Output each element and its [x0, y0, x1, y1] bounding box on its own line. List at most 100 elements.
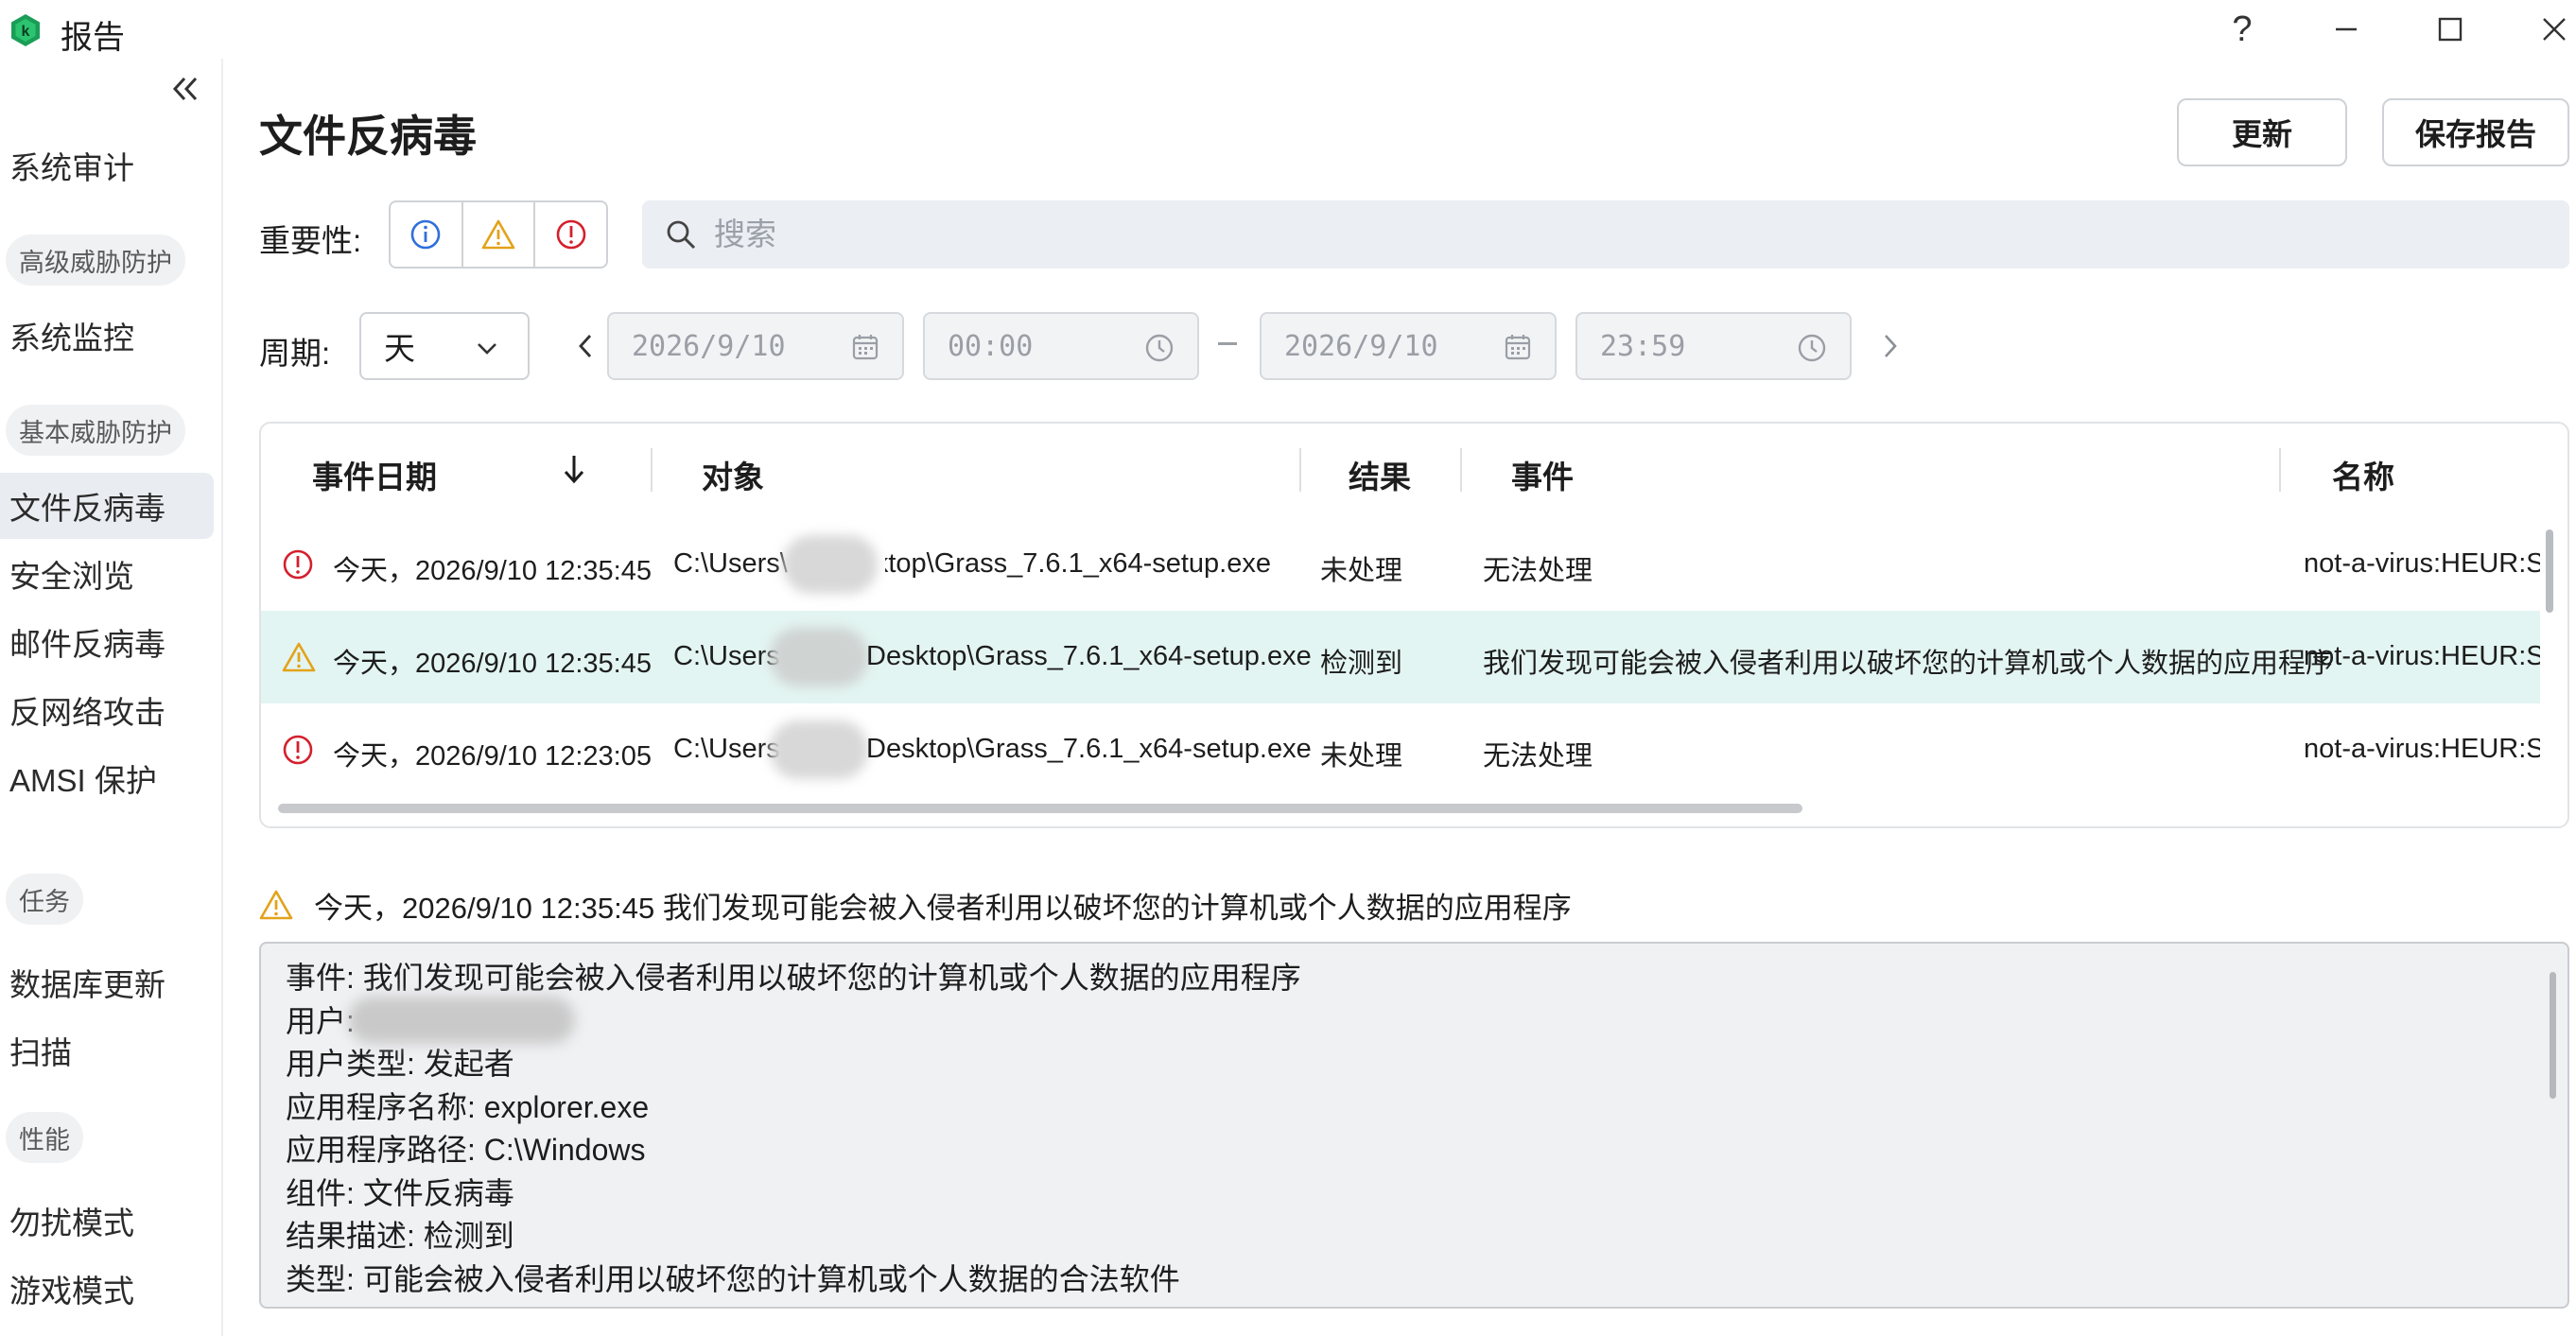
warning-icon	[259, 890, 293, 920]
sidebar-group-tasks: 任务	[6, 874, 83, 925]
name-cell: not-a-virus:HEUR:Se	[2304, 641, 2540, 671]
close-icon	[2543, 18, 2566, 41]
sidebar-item-scan[interactable]: 扫描	[0, 1017, 214, 1084]
detail-line-event: 事件: 我们发现可能会被入侵者利用以破坏您的计算机或个人数据的应用程序	[286, 961, 1301, 995]
sidebar-item-label: 数据库更新	[9, 967, 165, 1002]
svg-text:k: k	[22, 24, 30, 40]
minimize-button[interactable]	[2313, 6, 2379, 53]
severity-critical-toggle[interactable]	[535, 202, 606, 267]
redacted-username	[348, 997, 575, 1044]
close-button[interactable]	[2521, 6, 2576, 53]
maximize-button[interactable]	[2417, 6, 2483, 53]
next-period-button[interactable]	[1876, 325, 1905, 367]
event-cell: 无法处理	[1483, 556, 1593, 586]
detail-line-user: 用户:	[286, 1003, 355, 1038]
column-separator	[651, 448, 653, 492]
object-cell-prefix: C:\Users\	[673, 548, 788, 579]
sidebar-item-label: AMSI 保护	[9, 763, 157, 798]
sort-descending-icon[interactable]	[562, 452, 586, 486]
sidebar-item-mail-antivirus[interactable]: 邮件反病毒	[0, 609, 214, 675]
clock-icon	[1798, 334, 1826, 362]
critical-icon	[283, 549, 313, 580]
event-date-cell: 今天，2026/9/10 12:23:05	[333, 741, 652, 772]
sidebar-item-system-monitor[interactable]: 系统监控	[0, 303, 214, 369]
sidebar-item-label: 系统监控	[9, 321, 134, 356]
object-cell-suffix: Desktop\Grass_7.6.1_x64-setup.exe	[885, 548, 1271, 579]
sidebar-item-label: 反网络攻击	[9, 695, 165, 730]
sidebar-group-label: 性能	[19, 1125, 70, 1154]
sidebar-group-label: 基本威胁防护	[19, 418, 172, 447]
table-vertical-scrollbar[interactable]	[2546, 529, 2553, 613]
detail-line-component: 组件: 文件反病毒	[286, 1175, 514, 1210]
sidebar-item-label: 邮件反病毒	[9, 627, 165, 662]
period-value: 天	[384, 331, 415, 366]
sidebar-item-do-not-disturb[interactable]: 勿扰模式	[0, 1188, 214, 1254]
end-time-value: 23:59	[1600, 329, 1686, 363]
title-bar: k 报告 ?	[0, 0, 2576, 59]
previous-period-button[interactable]	[571, 325, 600, 367]
column-separator	[1460, 448, 1462, 492]
redacted-username	[783, 535, 878, 594]
object-cell-prefix: C:\Users	[673, 734, 780, 764]
table-row[interactable]: 今天，2026/9/10 12:35:45 C:\Users Desktop\G…	[261, 611, 2540, 703]
refresh-button[interactable]: 更新	[2177, 98, 2347, 166]
search-input[interactable]	[714, 217, 2416, 252]
detail-vertical-scrollbar[interactable]	[2550, 972, 2556, 1099]
end-date-field[interactable]: 2026/9/10	[1260, 312, 1557, 380]
detail-header-text: 今天，2026/9/10 12:35:45 我们发现可能会被入侵者利用以破坏您的…	[314, 891, 1572, 925]
severity-warning-toggle[interactable]	[463, 202, 536, 267]
events-table: 事件日期 对象 结果 事件 名称 今天，2026/9/10 12:35:45 C…	[259, 422, 2569, 828]
sidebar-item-amsi-protection[interactable]: AMSI 保护	[0, 745, 214, 811]
start-time-field[interactable]: 00:00	[923, 312, 1199, 380]
period-dropdown[interactable]: 天	[359, 312, 530, 380]
event-cell: 我们发现可能会被入侵者利用以破坏您的计算机或个人数据的应用程序	[1483, 649, 2334, 679]
table-row[interactable]: 今天，2026/9/10 12:35:45 C:\Users\ Desktop\…	[261, 518, 2540, 611]
sidebar-item-label: 勿扰模式	[9, 1206, 134, 1241]
name-cell: not-a-virus:HEUR:Se	[2304, 734, 2540, 764]
sidebar-item-label: 安全浏览	[9, 559, 134, 594]
save-report-button[interactable]: 保存报告	[2382, 98, 2569, 166]
column-header-result[interactable]: 结果	[1349, 452, 1411, 497]
result-cell: 检测到	[1320, 649, 1403, 679]
period-label: 周期:	[259, 336, 331, 371]
sidebar-item-web-antivirus[interactable]: 安全浏览	[0, 541, 214, 607]
chevron-left-icon	[579, 335, 592, 357]
window-title: 报告	[61, 20, 125, 56]
sidebar-item-system-audit[interactable]: 系统审计	[0, 132, 214, 199]
sidebar-group-label: 高级威胁防护	[19, 248, 172, 277]
start-date-value: 2026/9/10	[632, 329, 786, 363]
column-header-event[interactable]: 事件	[1511, 452, 1574, 497]
column-header-event-date[interactable]: 事件日期	[312, 452, 437, 497]
detail-line-app-path: 应用程序路径: C:\Windows	[286, 1133, 646, 1167]
sidebar-item-file-antivirus[interactable]: 文件反病毒	[0, 473, 214, 539]
help-icon: ?	[2232, 9, 2253, 49]
collapse-sidebar-icon[interactable]	[166, 70, 204, 108]
minimize-icon	[2336, 27, 2357, 31]
column-header-object[interactable]: 对象	[702, 452, 764, 497]
search-bar	[642, 200, 2569, 269]
severity-info-toggle[interactable]	[391, 202, 463, 267]
sidebar-item-label: 文件反病毒	[9, 491, 165, 526]
critical-icon	[556, 219, 585, 250]
table-row[interactable]: 今天，2026/9/10 12:23:05 C:\Users Desktop\G…	[261, 703, 2540, 796]
event-date-cell: 今天，2026/9/10 12:35:45	[333, 556, 652, 586]
start-time-value: 00:00	[948, 329, 1034, 363]
help-button[interactable]: ?	[2209, 6, 2275, 53]
sidebar-group-label: 任务	[19, 887, 70, 916]
start-date-field[interactable]: 2026/9/10	[607, 312, 904, 380]
sidebar-item-network-attack-blocker[interactable]: 反网络攻击	[0, 677, 214, 743]
sidebar-item-game-mode[interactable]: 游戏模式	[0, 1256, 214, 1322]
calendar-icon	[1505, 335, 1531, 360]
detail-line-user-type: 用户类型: 发起者	[286, 1047, 514, 1081]
redacted-username	[770, 628, 868, 686]
detail-line-app-name: 应用程序名称: explorer.exe	[286, 1089, 650, 1124]
column-header-name[interactable]: 名称	[2332, 452, 2394, 497]
warning-icon	[481, 219, 515, 250]
sidebar-item-label: 游戏模式	[9, 1274, 134, 1309]
range-separator	[1218, 342, 1237, 345]
table-horizontal-scrollbar[interactable]	[278, 804, 1802, 813]
end-time-field[interactable]: 23:59	[1575, 312, 1852, 380]
sidebar-item-database-update[interactable]: 数据库更新	[0, 949, 214, 1015]
detail-line-type: 类型: 可能会被入侵者利用以破坏您的计算机或个人数据的合法软件	[286, 1261, 1180, 1296]
event-detail-panel[interactable]: 事件: 我们发现可能会被入侵者利用以破坏您的计算机或个人数据的应用程序 用户: …	[259, 942, 2569, 1309]
